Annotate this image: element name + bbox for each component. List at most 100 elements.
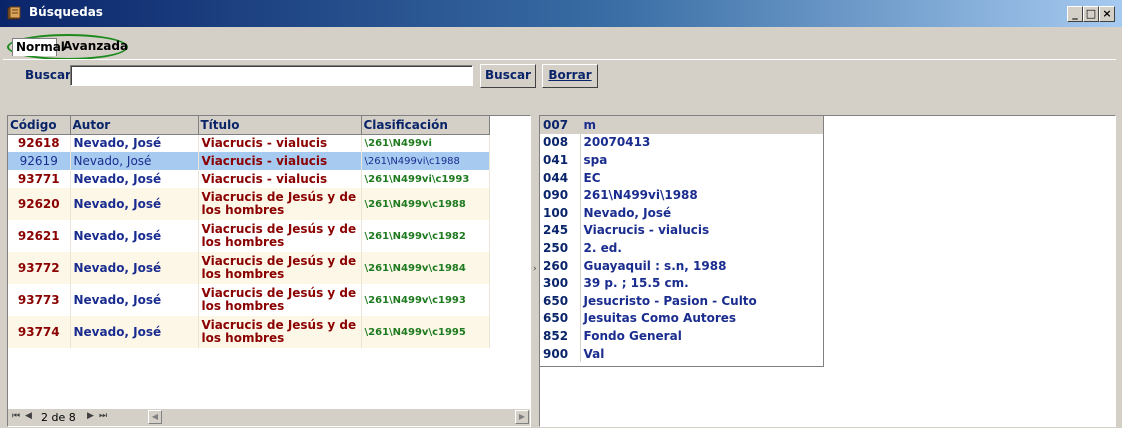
title-bar[interactable]: Búsquedas _ □ × — [0, 0, 1122, 27]
tab-normal[interactable]: Normal — [12, 38, 65, 56]
cell-codigo: 92621 — [8, 220, 71, 252]
marc-row: 260 Guayaquil : s.n, 1988 — [540, 256, 824, 275]
page-indicator: 2 de 8 — [41, 411, 76, 424]
cell-titulo: Viacrucis de Jesús y de los hombres — [198, 252, 362, 284]
cell-codigo: 93772 — [8, 252, 71, 284]
marc-value: Guayaquil : s.n, 1988 — [583, 258, 727, 273]
search-input[interactable] — [70, 65, 473, 86]
app-icon — [7, 6, 21, 20]
marc-row: 300 39 p. ; 15.5 cm. — [540, 274, 824, 292]
marc-tag: 900 — [540, 344, 581, 363]
table-row[interactable]: 93772 Nevado, José Viacrucis de Jesús y … — [8, 252, 490, 284]
marc-value: 261\N499vi\1988 — [583, 188, 698, 203]
cell-codigo: 93771 — [8, 170, 71, 188]
marc-table: 007 m 008 20070413 041 spa 044 EC 090 261\N49… — [540, 116, 824, 363]
marc-tag: 090 — [540, 186, 581, 204]
table-row[interactable]: 93771 Nevado, José Viacrucis - vialucis … — [8, 170, 490, 188]
marc-value: Nevado, José — [583, 205, 672, 220]
cell-titulo: Viacrucis - vialucis — [198, 170, 362, 188]
cell-titulo: Viacrucis - vialucis — [198, 134, 362, 152]
marc-tag: 650 — [540, 291, 581, 310]
close-button[interactable]: × — [1099, 6, 1115, 22]
prev-page-icon[interactable]: ◀ — [25, 411, 32, 421]
next-page-icon[interactable]: ▶ — [87, 411, 94, 421]
cell-autor: Nevado, José — [70, 252, 199, 284]
marc-row: 650 Jesuitas Como Autores — [540, 309, 824, 328]
cell-clasificacion: \261\N499v\c1993 — [361, 284, 490, 316]
cell-clasificacion: \261\N499v\c1982 — [361, 220, 490, 252]
maximize-button[interactable]: □ — [1083, 6, 1099, 22]
scroll-right-button[interactable]: ▶ — [515, 410, 529, 424]
first-page-icon[interactable]: ⏮ — [12, 411, 20, 421]
cell-clasificacion: \261\N499vi\c1993 — [361, 170, 490, 188]
clear-button[interactable]: Borrar — [542, 64, 598, 88]
marc-tag: 260 — [540, 256, 581, 275]
table-row-selected[interactable]: 92619 Nevado, José Viacrucis - vialucis … — [8, 152, 490, 170]
cell-clasificacion: \261\N499vi\c1988 — [361, 152, 490, 170]
search-button[interactable]: Buscar — [480, 64, 536, 88]
cell-clasificacion: \261\N499vi — [361, 134, 490, 152]
cell-titulo: Viacrucis de Jesús y de los hombres — [198, 220, 362, 252]
cell-codigo: 93773 — [8, 284, 71, 316]
results-panel: Código Autor Título Clasificación 92618 … — [7, 115, 531, 427]
table-row[interactable]: 92620 Nevado, José Viacrucis de Jesús y … — [8, 188, 490, 220]
marc-row: 250 2. ed. — [540, 239, 824, 257]
minimize-button[interactable]: _ — [1067, 6, 1083, 22]
last-page-icon[interactable]: ⏭ — [99, 411, 107, 421]
marc-row: 090 261\N499vi\1988 — [540, 186, 824, 204]
tab-avanzada[interactable]: Avanzada — [60, 38, 128, 56]
marc-tag: 008 — [540, 133, 581, 152]
marc-value: m — [580, 116, 824, 134]
window-title: Búsquedas — [29, 5, 103, 19]
marc-detail-panel: 007 m 008 20070413 041 spa 044 EC 090 261\N49… — [539, 115, 1116, 427]
cell-clasificacion: \261\N499v\c1988 — [361, 188, 490, 220]
table-row[interactable]: 93773 Nevado, José Viacrucis de Jesús y … — [8, 284, 490, 316]
marc-row: 100 Nevado, José — [540, 203, 824, 222]
table-row[interactable]: 92618 Nevado, José Viacrucis - vialucis … — [8, 134, 490, 152]
cell-titulo: Viacrucis de Jesús y de los hombres — [198, 188, 362, 220]
marc-tag: 041 — [540, 151, 581, 169]
results-table: Código Autor Título Clasificación 92618 … — [8, 116, 490, 348]
marc-value: Jesuitas Como Autores — [583, 311, 737, 326]
tab-strip — [0, 27, 1122, 59]
marc-row: 650 Jesucristo - Pasion - Culto — [540, 291, 824, 310]
cell-autor: Nevado, José — [70, 316, 199, 348]
pager-bar: ⏮ ◀ 2 de 8 ▶ ⏭ ◀ ▶ — [8, 409, 530, 426]
marc-row: 008 20070413 — [540, 133, 824, 152]
marc-value: Viacrucis - vialucis — [583, 223, 710, 238]
cell-codigo: 93774 — [8, 316, 71, 348]
marc-row: 007 m — [540, 116, 824, 134]
cell-autor: Nevado, José — [70, 188, 199, 220]
marc-value: 39 p. ; 15.5 cm. — [583, 276, 689, 291]
marc-tag: 250 — [540, 239, 581, 257]
column-header-clasificacion[interactable]: Clasificación — [361, 116, 490, 135]
splitter-arrow-icon[interactable]: › — [533, 264, 537, 274]
marc-value: 2. ed. — [583, 240, 622, 255]
scroll-left-button[interactable]: ◀ — [148, 410, 162, 424]
busquedas-window: Búsquedas _ □ × Normal Avanzada Buscar B… — [0, 0, 1122, 428]
cell-codigo: 92618 — [8, 134, 71, 152]
table-row[interactable]: 93774 Nevado, José Viacrucis de Jesús y … — [8, 316, 490, 348]
marc-row: 852 Fondo General — [540, 327, 824, 345]
marc-tag: 007 — [540, 116, 581, 134]
marc-row: 900 Val — [540, 344, 824, 363]
cell-autor: Nevado, José — [70, 134, 199, 152]
table-row[interactable]: 92621 Nevado, José Viacrucis de Jesús y … — [8, 220, 490, 252]
cell-titulo: Viacrucis - vialucis — [198, 152, 362, 170]
column-header-autor[interactable]: Autor — [70, 116, 199, 135]
cell-autor: Nevado, José — [70, 170, 199, 188]
marc-row: 044 EC — [540, 168, 824, 187]
column-header-titulo[interactable]: Título — [198, 116, 362, 135]
marc-tag: 852 — [540, 327, 581, 345]
cell-clasificacion: \261\N499v\c1984 — [361, 252, 490, 284]
column-header-codigo[interactable]: Código — [8, 116, 71, 135]
marc-value: Jesucristo - Pasion - Culto — [583, 293, 757, 308]
cell-autor: Nevado, José — [70, 220, 199, 252]
cell-clasificacion: \261\N499v\c1995 — [361, 316, 490, 348]
marc-value: 20070413 — [583, 135, 651, 150]
marc-tag: 100 — [540, 203, 581, 222]
cell-codigo: 92620 — [8, 188, 71, 220]
cell-autor: Nevado, José — [70, 152, 199, 170]
marc-tag: 245 — [540, 221, 581, 240]
cell-codigo: 92619 — [8, 152, 71, 170]
